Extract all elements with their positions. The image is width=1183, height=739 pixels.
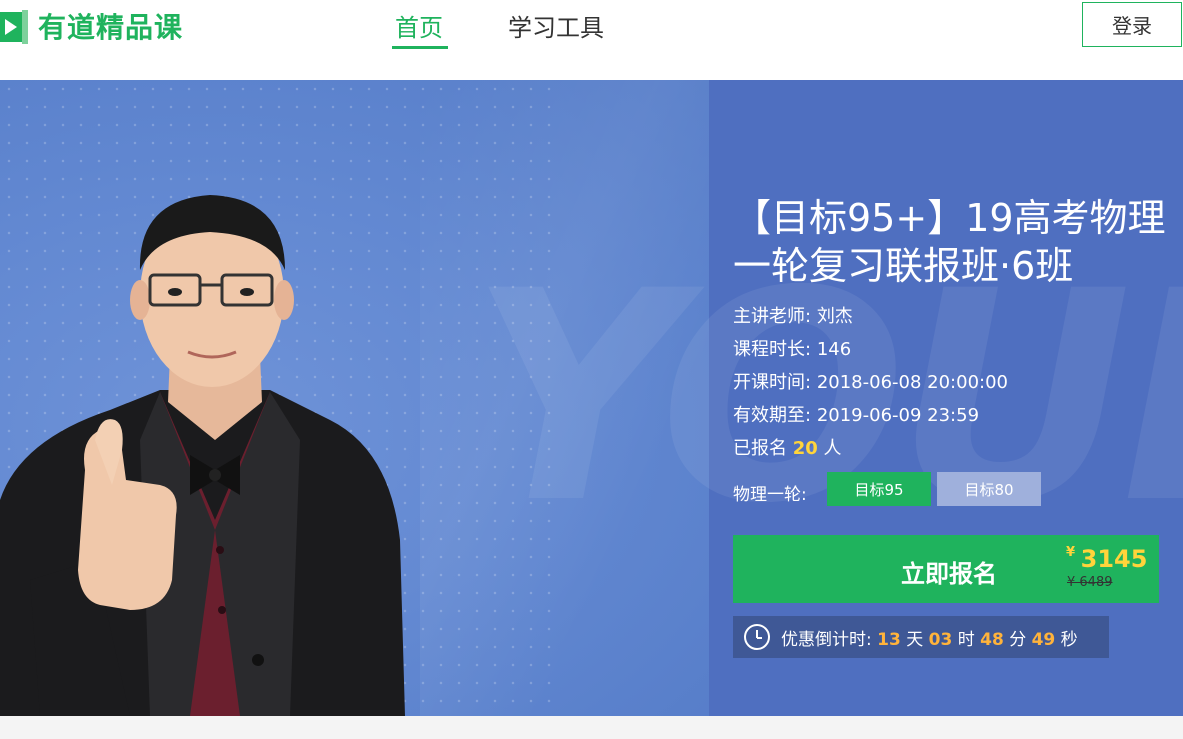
nav-active-indicator (392, 46, 448, 49)
duration-info: 课程时长: 146 (733, 335, 851, 361)
discount-countdown: 优惠倒计时: 13 天 03 时 48 分 49 秒 (733, 616, 1109, 658)
currency-symbol: ¥ (1066, 545, 1076, 560)
valid-until-value: 2019-06-09 23:59 (816, 405, 980, 426)
teacher-label: 主讲老师: (733, 306, 812, 327)
enrolled-suffix: 人 (823, 438, 842, 459)
login-button[interactable]: 登录 (1082, 2, 1182, 47)
page-content-start (0, 716, 1183, 739)
valid-until-info: 有效期至: 2019-06-09 23:59 (733, 401, 979, 427)
countdown-text: 优惠倒计时: 13 天 03 时 48 分 49 秒 (781, 625, 1078, 650)
nav-home[interactable]: 首页 (395, 8, 443, 43)
enrolled-prefix: 已报名 (733, 438, 787, 459)
enrolled-count: 20 (792, 438, 818, 459)
course-title: 【目标95+】19高考物理一轮复习联报班·6班 (733, 196, 1166, 288)
tag-group-label: 物理一轮: (733, 485, 807, 505)
teacher-info: 主讲老师: 刘杰 (733, 302, 853, 328)
enrolled-info: 已报名 20 人 (733, 434, 842, 460)
tag-target-95[interactable]: 目标95 (827, 472, 931, 506)
countdown-days: 13 (877, 629, 901, 650)
countdown-days-unit: 天 (906, 629, 924, 650)
countdown-minutes: 48 (980, 629, 1004, 650)
countdown-hours: 03 (928, 629, 953, 650)
logo-text: 有道精品课 (38, 11, 184, 44)
countdown-label: 优惠倒计时: (781, 629, 872, 650)
teacher-name: 刘杰 (816, 306, 853, 327)
logo[interactable]: 有道精品课 (0, 6, 183, 46)
start-time-info: 开课时间: 2018-06-08 20:00:00 (733, 368, 1008, 394)
start-time-label: 开课时间: (733, 372, 812, 393)
play-book-icon (0, 10, 28, 44)
valid-until-label: 有效期至: (733, 405, 812, 426)
current-price-value: 3145 (1080, 545, 1148, 573)
teacher-photo (0, 195, 405, 716)
countdown-seconds: 49 (1031, 629, 1056, 650)
countdown-hours-unit: 时 (957, 629, 975, 650)
original-price: ¥ 6489 (1067, 575, 1113, 590)
countdown-minutes-unit: 分 (1009, 629, 1027, 650)
top-header: 有道精品课 首页 学习工具 登录 (0, 0, 1183, 80)
current-price: ¥ 3145 (1066, 545, 1147, 573)
duration-label: 课程时长: (733, 339, 812, 360)
countdown-seconds-unit: 秒 (1060, 629, 1078, 650)
nav-study-tools[interactable]: 学习工具 (508, 8, 604, 43)
duration-value: 146 (816, 339, 852, 360)
enroll-button[interactable]: 立即报名 ¥ 3145 ¥ 6489 (733, 535, 1159, 603)
course-banner: YOUD (0, 80, 1183, 716)
start-time-value: 2018-06-08 20:00:00 (816, 372, 1008, 393)
clock-icon (744, 624, 770, 650)
enroll-label: 立即报名 (901, 560, 997, 588)
tag-target-80[interactable]: 目标80 (937, 472, 1041, 506)
